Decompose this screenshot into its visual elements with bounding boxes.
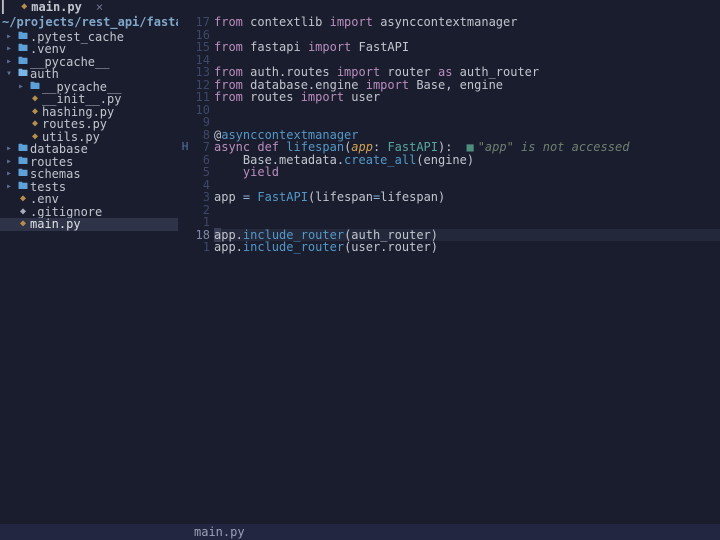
code-line[interactable]: 10 xyxy=(178,104,720,117)
chevron-icon: ▸ xyxy=(6,44,16,55)
tree-item[interactable]: ◆main.py xyxy=(0,218,178,231)
py-icon: ◆ xyxy=(28,107,42,118)
chevron-icon: ▾ xyxy=(6,69,16,80)
code-area[interactable]: 17from contextlib import asynccontextman… xyxy=(178,15,720,524)
line-number: 9 xyxy=(192,116,214,129)
line-number: 1 xyxy=(192,216,214,229)
chevron-icon: ▸ xyxy=(6,57,16,68)
code-content[interactable]: from fastapi import FastAPI xyxy=(214,41,720,54)
diagnostic-hint: "app" is not accessed xyxy=(478,140,630,154)
tree-item[interactable]: ▸🖿.venv xyxy=(0,43,178,56)
tree-item[interactable]: ◆.gitignore xyxy=(0,206,178,219)
code-line[interactable]: 2 xyxy=(178,204,720,217)
tree-item-label: database xyxy=(30,143,88,156)
tree-item-label: schemas xyxy=(30,168,81,181)
line-number: 7 xyxy=(192,141,214,154)
py-icon: ◆ xyxy=(28,94,42,105)
tree-item[interactable]: ◆utils.py xyxy=(0,131,178,144)
line-number: 3 xyxy=(192,191,214,204)
code-line[interactable]: 3app = FastAPI(lifespan=lifespan) xyxy=(178,191,720,204)
chevron-icon: ▸ xyxy=(6,144,16,155)
tree-item-label: .venv xyxy=(30,43,66,56)
env-icon: ◆ xyxy=(16,194,30,205)
folder-icon: 🖿 xyxy=(16,157,30,168)
tree-item-label: auth xyxy=(30,68,59,81)
tree-item-label: main.py xyxy=(30,218,81,231)
line-number: 17 xyxy=(192,16,214,29)
chevron-icon: ▸ xyxy=(6,169,16,180)
status-filename: main.py xyxy=(194,526,245,539)
tree-item[interactable]: ▾🖿auth xyxy=(0,68,178,81)
tree-item[interactable]: ◆.env xyxy=(0,193,178,206)
line-number: 15 xyxy=(192,41,214,54)
tree-item[interactable]: ▸🖿tests xyxy=(0,181,178,194)
tree-item[interactable]: ▸🖿__pycache__ xyxy=(0,56,178,69)
tree-item[interactable]: ◆__init__.py xyxy=(0,93,178,106)
cursor-indicator: ▎ xyxy=(2,1,9,14)
tab-bar: ▎ ◆ main.py × xyxy=(0,0,720,15)
code-line[interactable]: 11from routes import user xyxy=(178,91,720,104)
line-number: 5 xyxy=(192,166,214,179)
code-line[interactable]: 1app.include_router(user.router) xyxy=(178,241,720,254)
tree-item[interactable]: ▸🖿schemas xyxy=(0,168,178,181)
tree-item-label: routes.py xyxy=(42,118,107,131)
git-icon: ◆ xyxy=(16,207,30,218)
code-content[interactable]: yield xyxy=(214,166,720,179)
code-content[interactable]: from contextlib import asynccontextmanag… xyxy=(214,16,720,29)
chevron-icon: ▸ xyxy=(6,157,16,168)
code-content[interactable]: app.include_router(user.router) xyxy=(214,241,720,254)
line-number: 11 xyxy=(192,91,214,104)
code-content[interactable]: app = FastAPI(lifespan=lifespan) xyxy=(214,191,720,204)
folder-icon: 🖿 xyxy=(16,144,30,155)
tree-item[interactable]: ▸🖿.pytest_cache xyxy=(0,31,178,44)
folder-icon: 🖿 xyxy=(16,57,30,68)
tree-item[interactable]: ▸🖿routes xyxy=(0,156,178,169)
sign-column: H xyxy=(178,141,192,153)
folder-icon: 🖿 xyxy=(16,182,30,193)
folder-o-icon: 🖿 xyxy=(16,69,30,80)
python-icon: ◆ xyxy=(21,2,27,12)
folder-icon: 🖿 xyxy=(16,169,30,180)
folder-icon: 🖿 xyxy=(16,44,30,55)
code-line[interactable]: 15from fastapi import FastAPI xyxy=(178,41,720,54)
explorer-path: ~/projects/rest_api/fastapi/ xyxy=(0,15,178,31)
tree-item[interactable]: ▸🖿database xyxy=(0,143,178,156)
py-icon: ◆ xyxy=(28,132,42,143)
line-number: 13 xyxy=(192,66,214,79)
file-tree: ▸🖿.pytest_cache▸🖿.venv▸🖿__pycache__▾🖿aut… xyxy=(0,31,178,231)
chevron-icon: ▸ xyxy=(6,182,16,193)
py-icon: ◆ xyxy=(16,219,30,230)
editor-pane[interactable]: 17from contextlib import asynccontextman… xyxy=(178,15,720,524)
chevron-icon: ▸ xyxy=(6,32,16,43)
code-content[interactable]: from routes import user xyxy=(214,91,720,104)
close-icon[interactable]: × xyxy=(96,1,103,14)
code-content[interactable]: Base.metadata.create_all(engine) xyxy=(214,154,720,167)
tree-item-label: .env xyxy=(30,193,59,206)
tree-item-label: __init__.py xyxy=(42,93,121,106)
tree-item[interactable]: ◆routes.py xyxy=(0,118,178,131)
folder-icon: 🖿 xyxy=(16,32,30,43)
folder-icon: 🖿 xyxy=(28,82,42,93)
code-line[interactable]: 5 yield xyxy=(178,166,720,179)
file-explorer: ~/projects/rest_api/fastapi/ ▸🖿.pytest_c… xyxy=(0,15,178,524)
code-line[interactable]: 17from contextlib import asynccontextman… xyxy=(178,16,720,29)
line-number: 1 xyxy=(192,241,214,254)
tab-main-py[interactable]: ◆ main.py × xyxy=(15,0,109,15)
status-bar: main.py xyxy=(0,524,720,540)
py-icon: ◆ xyxy=(28,119,42,130)
tab-filename: main.py xyxy=(31,1,82,14)
chevron-icon: ▸ xyxy=(18,82,28,93)
